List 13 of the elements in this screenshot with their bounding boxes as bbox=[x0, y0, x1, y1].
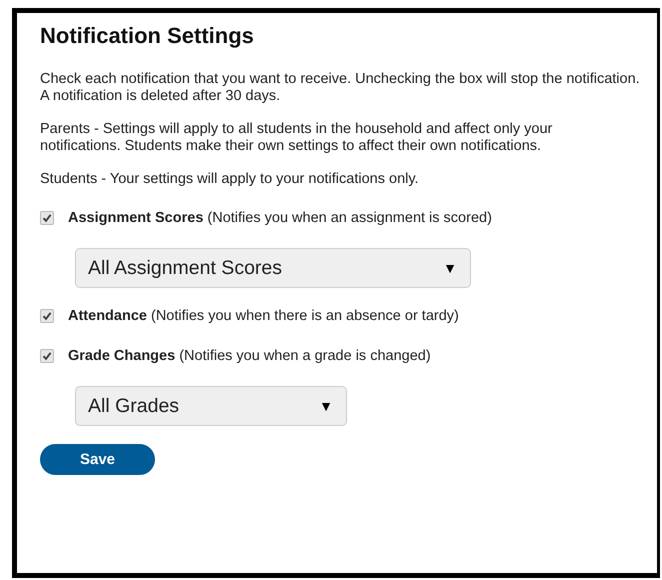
instruction-text: Students - Your settings will apply to your notifications only. bbox=[40, 171, 420, 188]
notification-label: Attendance (Notifies you when there is an absence or tardy) bbox=[68, 308, 459, 324]
checkbox[interactable] bbox=[40, 349, 54, 363]
checkbox[interactable] bbox=[40, 309, 54, 323]
notification-label: Assignment Scores (Notifies you when an assignment is scored) bbox=[68, 210, 492, 226]
instruction-text: Check each notification that you want to receive. Unchecking the box will stop the notification. A notification is deleted after 30 days. bbox=[40, 71, 640, 105]
dropdown[interactable]: All Assignment Scores ▼ bbox=[75, 248, 471, 288]
checkbox[interactable] bbox=[40, 211, 54, 225]
notification-label: Grade Changes (Notifies you when a grade is changed) bbox=[68, 348, 431, 364]
instruction-text: Parents - Settings will apply to all students in the household and affect only your notifications. Students make their own settings to affect their own notifications. bbox=[40, 121, 554, 155]
dialog-title: Notification Settings bbox=[40, 23, 255, 49]
save-button[interactable]: Save bbox=[40, 444, 155, 475]
dropdown[interactable]: All Grades ▼ bbox=[75, 386, 347, 426]
